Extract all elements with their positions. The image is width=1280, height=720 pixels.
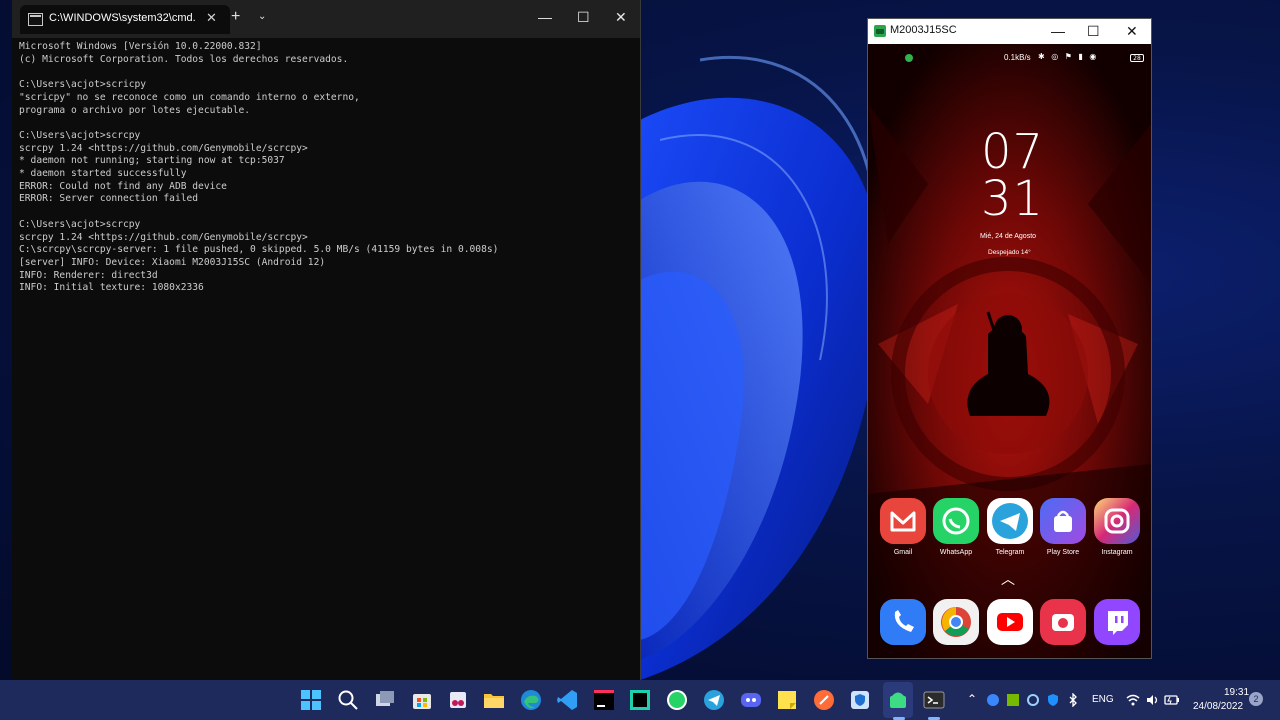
phone-icon[interactable] bbox=[880, 599, 926, 645]
camera-icon[interactable] bbox=[1040, 599, 1086, 645]
whatsapp-icon[interactable] bbox=[665, 688, 689, 712]
terminal-tab-title: C:\WINDOWS\system32\cmd. bbox=[49, 12, 195, 24]
status-icons: ✱ ◎ ⚑ ▮ ◉ bbox=[1038, 52, 1099, 61]
terminal-line: C:\scrcpy\scrcpy-server: 1 file pushed, … bbox=[19, 244, 499, 256]
task-view-icon[interactable] bbox=[373, 688, 397, 712]
clock-hours: 07 bbox=[981, 124, 1045, 180]
security-shield-icon[interactable] bbox=[848, 688, 872, 712]
wifi-icon[interactable] bbox=[1126, 693, 1140, 707]
app-label-whatsapp: WhatsApp bbox=[939, 549, 973, 556]
language-indicator[interactable]: ENG bbox=[1092, 694, 1114, 705]
postman-icon[interactable] bbox=[812, 688, 836, 712]
volume-icon[interactable] bbox=[1145, 693, 1159, 707]
whatsapp-icon[interactable] bbox=[933, 498, 979, 544]
twitch-icon[interactable] bbox=[1094, 599, 1140, 645]
close-icon[interactable]: ✕ bbox=[1126, 22, 1138, 40]
datagrip-icon[interactable] bbox=[628, 688, 652, 712]
android-icon[interactable] bbox=[886, 688, 910, 712]
vscode-icon[interactable] bbox=[555, 688, 579, 712]
taskbar-time[interactable]: 19:31 bbox=[1224, 687, 1249, 698]
terminal-line: C:\Users\acjot>scricpy bbox=[19, 79, 147, 91]
close-tab-icon[interactable]: ✕ bbox=[206, 10, 217, 26]
minimize-icon[interactable]: — bbox=[538, 9, 552, 25]
tray-sync-icon[interactable] bbox=[1026, 693, 1040, 707]
edge-icon[interactable] bbox=[519, 688, 543, 712]
terminal-line: programa o archivo por lotes ejecutable. bbox=[19, 104, 251, 116]
terminal-window[interactable]: C:\WINDOWS\system32\cmd. ✕ + ⌄ — ☐ ✕ Mic… bbox=[12, 0, 641, 680]
cmd-icon bbox=[28, 13, 43, 26]
app-label-gmail: Gmail bbox=[893, 549, 913, 556]
terminal-line: ERROR: Server connection failed bbox=[19, 193, 199, 205]
youtube-icon[interactable] bbox=[987, 599, 1033, 645]
maximize-icon[interactable]: ☐ bbox=[577, 9, 590, 25]
telegram-icon[interactable] bbox=[987, 498, 1033, 544]
terminal-line: "scricpy" no se reconoce como un comando… bbox=[19, 91, 360, 103]
chevron-down-icon[interactable]: ⌄ bbox=[258, 11, 266, 22]
taskbar-date[interactable]: 24/08/2022 bbox=[1193, 701, 1243, 712]
terminal-line: [server] INFO: Device: Xiaomi M2003J15SC… bbox=[19, 256, 326, 268]
terminal-icon[interactable] bbox=[922, 688, 946, 712]
terminal-line: scrcpy 1.24 <https://github.com/Genymobi… bbox=[19, 231, 308, 243]
minimize-icon[interactable]: — bbox=[1051, 22, 1065, 40]
network-speed: 0.1kB/s bbox=[1004, 53, 1031, 62]
store-icon[interactable] bbox=[410, 688, 434, 712]
terminal-line: * daemon started successfully bbox=[19, 168, 187, 180]
tray-nvidia-icon[interactable] bbox=[1006, 693, 1020, 707]
app-label-instagram: Instagram bbox=[1101, 549, 1133, 556]
lockscreen-weather: Despejado 14° bbox=[988, 249, 1031, 256]
intellij-icon[interactable] bbox=[592, 688, 616, 712]
search-icon[interactable] bbox=[336, 688, 360, 712]
terminal-line: INFO: Renderer: direct3d bbox=[19, 269, 158, 281]
phone-screen[interactable]: 0.1kB/s ✱ ◎ ⚑ ▮ ◉ 28 07 31 Mié, 24 de Ag… bbox=[868, 44, 1151, 658]
terminal-line: C:\Users\acjot>scrcpy bbox=[19, 129, 141, 141]
clock-minutes: 31 bbox=[981, 171, 1045, 227]
tray-overflow-icon[interactable]: ⌃ bbox=[967, 692, 977, 706]
scrcpy-icon bbox=[874, 25, 886, 37]
tray-defender-icon[interactable] bbox=[1046, 693, 1060, 707]
sticky-notes-icon[interactable] bbox=[775, 688, 799, 712]
chrome-icon[interactable] bbox=[933, 599, 979, 645]
phone-status-bar: 0.1kB/s ✱ ◎ ⚑ ▮ ◉ 28 bbox=[868, 44, 1151, 64]
start-icon[interactable] bbox=[299, 688, 323, 712]
terminal-line: * daemon not running; starting now at tc… bbox=[19, 155, 285, 167]
call-indicator-icon bbox=[905, 54, 913, 62]
close-icon[interactable]: ✕ bbox=[615, 9, 627, 25]
new-tab-icon[interactable]: + bbox=[231, 9, 240, 25]
terminal-titlebar[interactable]: C:\WINDOWS\system32\cmd. ✕ + ⌄ — ☐ ✕ bbox=[12, 0, 640, 38]
lockscreen-date: Mié, 24 de Agosto bbox=[980, 233, 1037, 240]
tray-bluetooth-icon[interactable] bbox=[1066, 693, 1080, 707]
discord-icon[interactable] bbox=[739, 688, 763, 712]
app-label-play-store: Play Store bbox=[1046, 549, 1080, 556]
battery-icon[interactable] bbox=[1164, 693, 1180, 707]
terminal-line: Microsoft Windows [Versión 10.0.22000.83… bbox=[19, 41, 262, 52]
instagram-icon[interactable] bbox=[1094, 498, 1140, 544]
battery-icon: 28 bbox=[1130, 54, 1144, 62]
gmail-icon[interactable] bbox=[880, 498, 926, 544]
terminal-line: ERROR: Could not find any ADB device bbox=[19, 180, 227, 192]
file-explorer-icon[interactable] bbox=[482, 688, 506, 712]
terminal-line: INFO: Initial texture: 1080x2336 bbox=[19, 282, 204, 294]
scrcpy-window-title: M2003J15SC bbox=[890, 24, 957, 36]
terminal-line: scrcpy 1.24 <https://github.com/Genymobi… bbox=[19, 142, 308, 154]
tray-app-icon[interactable] bbox=[986, 693, 1000, 707]
terminal-tab[interactable]: C:\WINDOWS\system32\cmd. ✕ bbox=[20, 5, 230, 34]
chevron-up-icon[interactable]: ︿ bbox=[1001, 569, 1015, 589]
terminal-line: (c) Microsoft Corporation. Todos los der… bbox=[19, 53, 349, 65]
snipping-tool-icon[interactable] bbox=[446, 688, 470, 712]
taskbar: ⌃ ENG 19:31 24/08/2022 bbox=[0, 680, 1280, 720]
play-store-icon[interactable] bbox=[1040, 498, 1086, 544]
notification-count-badge[interactable]: 2 bbox=[1249, 692, 1263, 706]
app-label-telegram: Telegram bbox=[995, 549, 1025, 556]
scrcpy-titlebar[interactable]: M2003J15SC — ☐ ✕ bbox=[868, 19, 1151, 44]
terminal-line: C:\Users\acjot>scrcpy bbox=[19, 218, 141, 230]
telegram-icon[interactable] bbox=[702, 688, 726, 712]
terminal-output[interactable]: Microsoft Windows [Versión 10.0.22000.83… bbox=[19, 41, 631, 295]
scrcpy-window[interactable]: M2003J15SC — ☐ ✕ 0.1kB/s ✱ ◎ ⚑ ▮ ◉ 28 07… bbox=[867, 18, 1152, 659]
maximize-icon[interactable]: ☐ bbox=[1087, 22, 1100, 40]
